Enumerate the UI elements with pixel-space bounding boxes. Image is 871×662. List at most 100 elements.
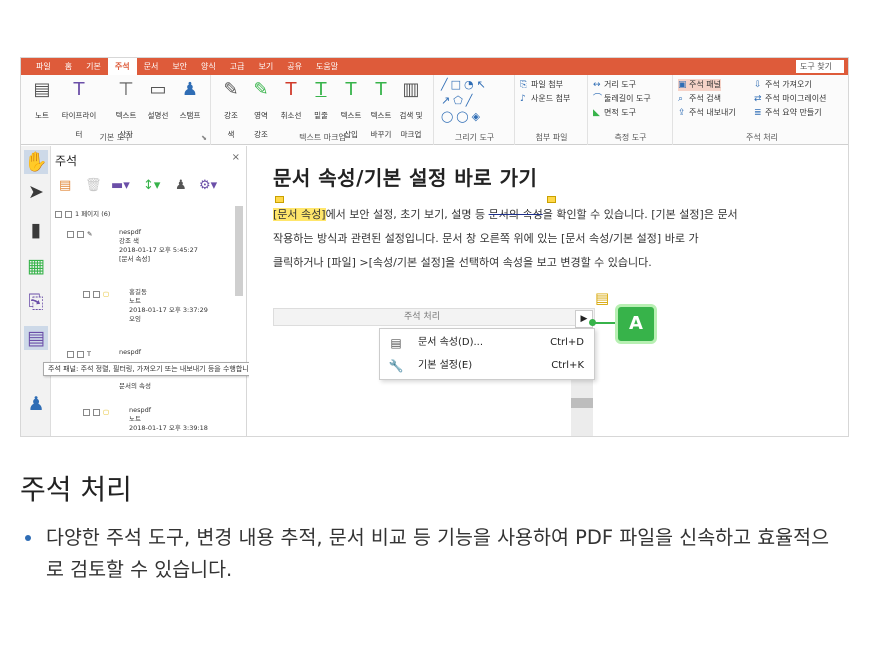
stamp-button[interactable]: ♟ 스탬프	[175, 79, 205, 122]
delete-icon[interactable]: 🗑	[85, 178, 102, 193]
menu-item-preferences[interactable]: 🔧 기본 설정(E) Ctrl+K	[380, 355, 596, 377]
line-tools-row[interactable]: ╱□◔↖	[441, 79, 489, 91]
paragraph-line: 작용하는 방식과 관련된 설정입니다. 문서 창 오른쪽 위에 있는 [문서 속…	[273, 232, 699, 245]
area-tool-button[interactable]: ◣ 면적 도구	[593, 107, 636, 119]
annotation-search-button[interactable]: ⌕ 주석 검색	[678, 93, 721, 105]
tab-help[interactable]: 도움말	[309, 58, 345, 75]
annotation-item[interactable]: ▢	[83, 408, 109, 417]
close-icon[interactable]: ×	[232, 152, 240, 163]
strikethrough-text[interactable]: 문서의 속성	[489, 208, 543, 221]
annotation-panel: 주석 × ▤ 🗑 ▬▾ ↕▾ ♟ ⚙▾ 1 페이지 (6) ✎ nespdf 강…	[51, 146, 247, 436]
distance-icon: ↔	[593, 80, 601, 90]
menu-item-doc-properties[interactable]: ▤ 문서 속성(D)... Ctrl+D	[380, 332, 596, 354]
textbox-icon: ⊤	[118, 79, 134, 100]
sort-icon[interactable]: ↕▾	[143, 178, 160, 193]
embedded-screenshot-strip: 주석 처리	[273, 308, 595, 326]
comment-icon[interactable]: ▤	[595, 289, 611, 309]
bookmark-icon[interactable]: ▮	[24, 218, 48, 242]
distance-tool-button[interactable]: ↔ 거리 도구	[593, 79, 636, 91]
paperclip-icon: ⎘	[520, 80, 528, 90]
hand-tool-icon[interactable]: ✋	[24, 150, 48, 174]
annotation-item[interactable]: T	[67, 350, 91, 359]
callout-button[interactable]: ▭ 설명선	[143, 79, 173, 122]
panel-scrollbar[interactable]	[235, 206, 243, 296]
tab-file[interactable]: 파일	[29, 58, 58, 75]
stamp-panel-icon[interactable]: ♟	[24, 392, 48, 416]
settings-gear-icon[interactable]: ⚙▾	[199, 178, 217, 193]
page-node[interactable]: 1 페이지 (6)	[55, 210, 110, 219]
group-launcher-icon[interactable]: ⬊	[201, 134, 207, 142]
summary-icon: ≣	[754, 108, 762, 118]
app-screenshot: 파일 홈 기본 주석 문서 보안 양식 고급 보기 공유 도움말 도구 찾기 ▤…	[20, 57, 849, 437]
group-label: 측정 도구	[614, 133, 647, 142]
tab-home[interactable]: 홈	[58, 58, 79, 75]
highlight-icon: ✎	[87, 230, 93, 238]
tab-document[interactable]: 문서	[137, 58, 166, 75]
import-icon: ⇩	[754, 80, 762, 90]
annotation-panel-button[interactable]: ▣ 주석 패널	[678, 79, 721, 91]
annotation-item[interactable]: ▢	[83, 290, 109, 299]
scrollbar-thumb[interactable]	[571, 398, 593, 408]
annotation-migrate-button[interactable]: ⇄ 주석 마이그레이션	[754, 93, 826, 105]
shape-tools-row[interactable]: ↗⬠╱	[441, 95, 475, 107]
group-drawing-tools: ╱□◔↖ ↗⬠╱ ◯◯◈ 그리기 도구	[435, 75, 515, 145]
annotation-summary-button[interactable]: ≣ 주석 요약 만들기	[754, 107, 822, 119]
callout-connector	[593, 322, 617, 324]
document-view: 문서 속성/기본 설정 바로 가기 [문서 속성]에서 보안 설정, 초기 보기…	[249, 146, 848, 436]
strikethrough-icon: T	[285, 79, 297, 100]
ellipse-tools-row[interactable]: ◯◯◈	[441, 111, 483, 123]
search-icon: ⌕	[678, 94, 684, 104]
annotation-item[interactable]: ✎	[67, 230, 92, 239]
context-menu: ▤ 문서 속성(D)... Ctrl+D 🔧 기본 설정(E) Ctrl+K	[379, 328, 595, 380]
search-markup-icon: ▥	[402, 79, 420, 100]
tab-basic[interactable]: 기본	[79, 58, 108, 75]
callout-dot	[589, 319, 596, 326]
annotation-item-text: nespdf 강조 색 2018-01-17 오후 5:45:27 [문서 속성…	[119, 228, 198, 263]
select-arrow-icon[interactable]: ➤	[24, 180, 48, 204]
annotation-import-button[interactable]: ⇩ 주석 가져오기	[754, 79, 812, 91]
group-label: 첨부 파일	[535, 133, 568, 142]
annotation-item-content: 문서의 속성	[119, 382, 151, 390]
replace-text-icon: T	[375, 79, 387, 100]
group-label: 주석 처리	[746, 133, 778, 142]
tab-form[interactable]: 양식	[194, 58, 223, 75]
note-icon: ▢	[103, 290, 110, 298]
group-attachments: ⎘ 파일 첨부 ♪ 사운드 첨부 첨부 파일	[516, 75, 588, 145]
text-icon: T	[87, 350, 91, 358]
panel-title: 주석	[55, 154, 78, 168]
sound-attach-button[interactable]: ♪ 사운드 첨부	[520, 93, 570, 105]
comment-panel-icon[interactable]: ▤	[24, 326, 48, 350]
note-icon: ▤	[33, 79, 51, 100]
annotation-export-button[interactable]: ⇪ 주석 내보내기	[678, 107, 736, 119]
note-icon: ▢	[103, 408, 110, 416]
tab-view[interactable]: 보기	[252, 58, 281, 75]
typewriter-icon: T	[73, 79, 85, 100]
underline-button[interactable]: T 밑줄	[306, 79, 336, 122]
group-label: 그리기 도구	[454, 133, 495, 142]
tab-advanced[interactable]: 고급	[223, 58, 252, 75]
strikethrough-button[interactable]: T 취소선	[276, 79, 306, 122]
stamp-tool-icon[interactable]: ♟	[175, 178, 187, 193]
note-marker-icon[interactable]	[547, 196, 556, 203]
tab-share[interactable]: 공유	[280, 58, 309, 75]
area-highlight-icon: ✎	[253, 79, 269, 100]
annotation-item-text: nespdf 노트 2018-01-17 오후 3:39:18	[129, 406, 208, 432]
find-tool-input[interactable]: 도구 찾기	[796, 60, 844, 73]
tab-security[interactable]: 보안	[165, 58, 194, 75]
perimeter-tool-button[interactable]: ⌒ 둘레길이 도구	[593, 93, 651, 105]
stamp-icon: ♟	[181, 79, 199, 100]
bullet-icon	[25, 535, 31, 541]
navigation-bar: ✋ ➤ ▮ ▦ ⎘ ▤ ♟	[21, 146, 51, 436]
highlight-text[interactable]: [문서 속성]	[273, 208, 326, 221]
expand-all-icon[interactable]: ▤	[59, 178, 71, 193]
thumbnails-icon[interactable]: ▦	[24, 254, 48, 278]
attachment-icon[interactable]: ⎘	[24, 290, 48, 314]
tab-annotation[interactable]: 주석	[107, 58, 137, 75]
file-attach-button[interactable]: ⎘ 파일 첨부	[520, 79, 563, 91]
document-title: 문서 속성/기본 설정 바로 가기	[273, 166, 538, 190]
note-button[interactable]: ▤ 노트	[27, 79, 57, 122]
filter-icon[interactable]: ▬▾	[111, 178, 130, 193]
wrench-icon: 🔧	[388, 359, 404, 373]
ribbon: ▤ 노트 T 타이프라이터 ⊤ 텍스트 상자 ▭ 설명선 ♟ 스탬프 기본 도구 ⬊ ✎ 강…	[21, 75, 848, 145]
note-marker-icon[interactable]	[275, 196, 284, 203]
